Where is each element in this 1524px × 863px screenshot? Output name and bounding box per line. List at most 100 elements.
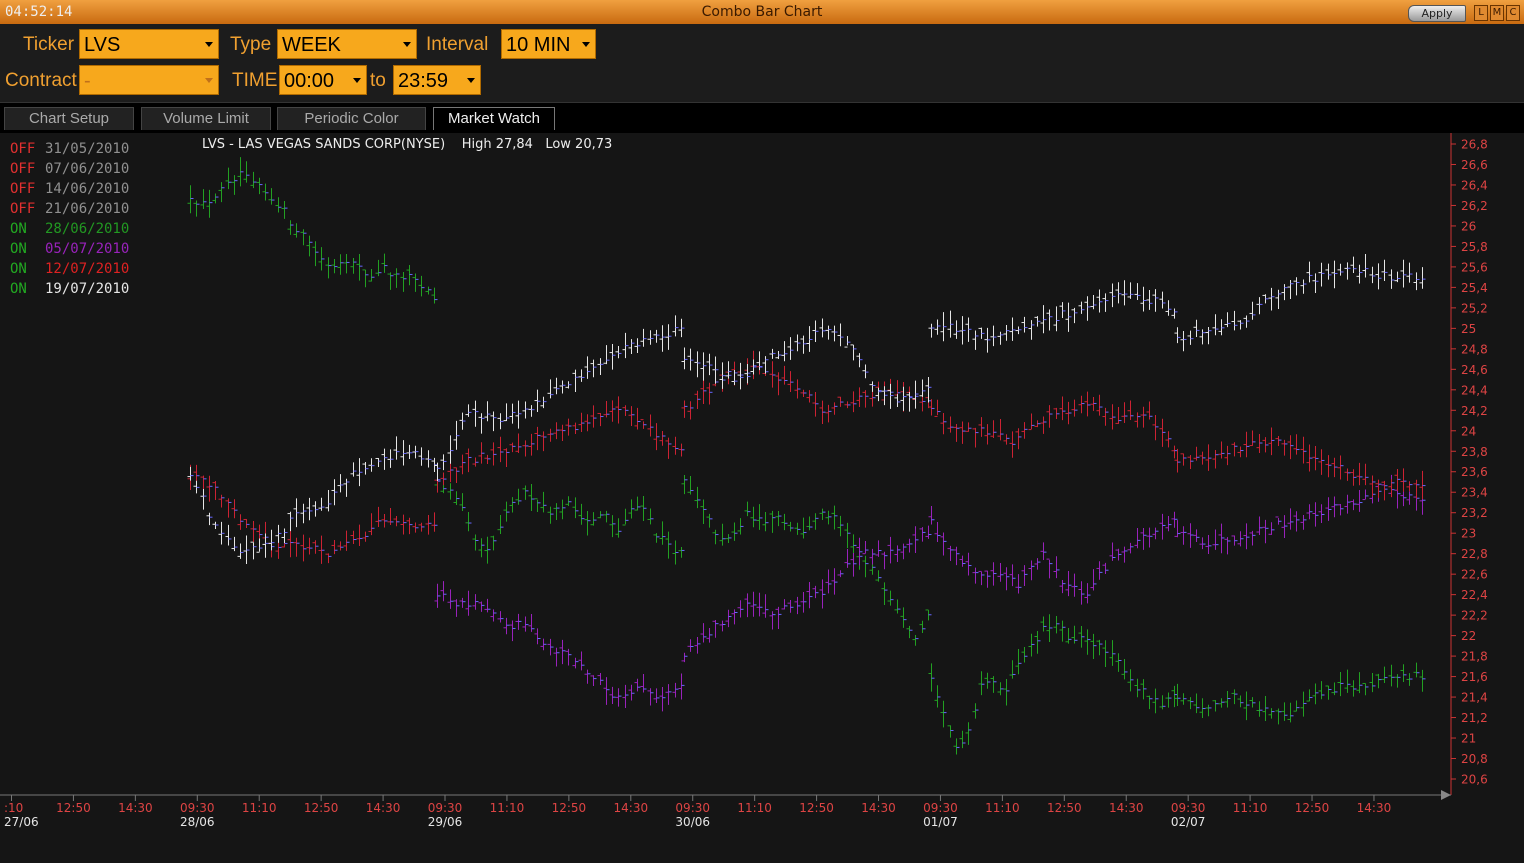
legend-state: OFF [10, 181, 36, 197]
chart-high: High 27,84 [461, 137, 533, 152]
legend-date: 19/07/2010 [45, 281, 130, 297]
x-tick-label: 14:30 [118, 801, 153, 815]
parameter-panel: Ticker LVS Type WEEK Interval 10 MIN Con… [0, 24, 1524, 102]
tab-bar: Chart Setup Volume Limit Periodic Color … [0, 102, 1524, 133]
ticker-value: LVS [84, 34, 121, 56]
x-date-label: 01/07 [923, 815, 958, 829]
y-tick-label: 26,4 [1461, 178, 1488, 192]
x-tick-label: 14:30 [614, 801, 649, 815]
combo-bar-chart[interactable]: 26,8 26,6 26,4 26,2 26 25,8 25,6 25,4 25,2 25 24,8… [0, 133, 1524, 863]
tab-chart-setup[interactable]: Chart Setup [4, 107, 134, 130]
x-tick-label: 12:50 [1047, 801, 1082, 815]
y-tick-label: 21,8 [1461, 650, 1488, 664]
chevron-down-icon [403, 42, 411, 47]
x-date-label: 28/06 [180, 815, 215, 829]
y-tick-label: 21,4 [1461, 691, 1488, 705]
x-date-label: 29/06 [428, 815, 463, 829]
legend-entry[interactable]: OFF 21/06/2010 [10, 199, 129, 219]
time-from-select[interactable]: 00:00 [279, 65, 367, 95]
legend-state: ON [10, 221, 27, 237]
y-tick-label: 26,6 [1461, 158, 1488, 172]
y-tick-label: 22,4 [1461, 588, 1488, 602]
y-tick-label: 23,6 [1461, 465, 1488, 479]
type-select[interactable]: WEEK [277, 29, 417, 59]
time-to-select[interactable]: 23:59 [393, 65, 481, 95]
y-tick-label: 22,6 [1461, 568, 1488, 582]
legend-state: ON [10, 241, 27, 257]
legend-date: 21/06/2010 [45, 201, 130, 217]
time-to-value: 23:59 [398, 70, 449, 92]
contract-select[interactable]: - [79, 65, 219, 95]
x-tick-label: 12:50 [799, 801, 834, 815]
chevron-down-icon [353, 78, 361, 83]
y-tick-label: 20,6 [1461, 773, 1488, 787]
x-tick-label: 11:10 [737, 801, 772, 815]
legend-date: 05/07/2010 [45, 241, 130, 257]
x-date-label: 02/07 [1171, 815, 1206, 829]
chart-title: LVS - LAS VEGAS SANDS CORP(NYSE) High 27… [202, 137, 612, 152]
x-axis-arrow-icon [1441, 790, 1451, 800]
apply-button[interactable]: Apply [1408, 5, 1466, 22]
ticker-label: Ticker [23, 34, 75, 55]
type-label: Type [230, 34, 272, 55]
chart-title-text: LVS - LAS VEGAS SANDS CORP(NYSE) [202, 137, 446, 152]
legend-date: 31/05/2010 [45, 141, 130, 157]
x-tick-label: 12:50 [1295, 801, 1330, 815]
tab-periodic-color[interactable]: Periodic Color [277, 107, 426, 130]
interval-value: 10 MIN [506, 34, 571, 56]
window-button-m[interactable]: M [1490, 5, 1504, 21]
x-tick-label: 11:10 [985, 801, 1020, 815]
contract-value: - [84, 70, 91, 92]
legend-state: OFF [10, 201, 36, 217]
x-tick-label: 09:30 [1171, 801, 1206, 815]
x-tick-label: 09:30 [428, 801, 463, 815]
interval-label: Interval [426, 34, 489, 55]
y-tick-label: 23,2 [1461, 506, 1488, 520]
x-tick-label: 14:30 [1109, 801, 1144, 815]
window-button-l[interactable]: L [1474, 5, 1488, 21]
chevron-down-icon [205, 78, 213, 83]
legend-entry[interactable]: ON 12/07/2010 [10, 259, 129, 279]
legend-state: ON [10, 261, 27, 277]
y-tick-label: 24,6 [1461, 363, 1488, 377]
y-tick-label: 26 [1461, 219, 1476, 233]
legend-date: 28/06/2010 [45, 221, 130, 237]
legend-entry[interactable]: ON 28/06/2010 [10, 219, 129, 239]
tab-volume-limit[interactable]: Volume Limit [141, 107, 271, 130]
legend-date: 12/07/2010 [45, 261, 130, 277]
y-tick-label: 22,2 [1461, 609, 1488, 623]
x-tick-label: 11:10 [242, 801, 277, 815]
interval-select[interactable]: 10 MIN [501, 29, 596, 59]
legend-date: 14/06/2010 [45, 181, 130, 197]
chart-legend: OFF 31/05/2010 OFF 07/06/2010 OFF 14/06/2010 O… [10, 139, 129, 299]
legend-entry[interactable]: OFF 14/06/2010 [10, 179, 129, 199]
legend-entry[interactable]: ON 05/07/2010 [10, 239, 129, 259]
legend-entry[interactable]: OFF 31/05/2010 [10, 139, 129, 159]
y-tick-label: 24,4 [1461, 383, 1488, 397]
ticker-select[interactable]: LVS [79, 29, 219, 59]
y-tick-label: 23 [1461, 527, 1476, 541]
y-tick-label: 25,4 [1461, 281, 1488, 295]
x-tick-label: :10 [4, 801, 23, 815]
chevron-down-icon [205, 42, 213, 47]
x-tick-label: 09:30 [923, 801, 958, 815]
tab-market-watch[interactable]: Market Watch [433, 107, 555, 130]
y-tick-label: 21,6 [1461, 670, 1488, 684]
y-tick-label: 24 [1461, 424, 1476, 438]
x-tick-label: 14:30 [366, 801, 401, 815]
legend-state: OFF [10, 141, 36, 157]
x-tick-label: 14:30 [1357, 801, 1392, 815]
y-tick-label: 26,8 [1461, 138, 1488, 152]
legend-entry[interactable]: OFF 07/06/2010 [10, 159, 129, 179]
window-button-c[interactable]: C [1506, 5, 1520, 21]
x-tick-label: 12:50 [56, 801, 91, 815]
time-from-value: 00:00 [284, 70, 335, 92]
x-tick-label: 12:50 [552, 801, 587, 815]
x-tick-label: 11:10 [1233, 801, 1268, 815]
y-tick-label: 24,2 [1461, 404, 1488, 418]
y-tick-label: 25,6 [1461, 260, 1488, 274]
chevron-down-icon [467, 78, 475, 83]
legend-entry[interactable]: ON 19/07/2010 [10, 279, 129, 299]
title-bar: 04:52:14 Combo Bar Chart Apply L M C [0, 0, 1524, 24]
chart-low: Low 20,73 [545, 137, 613, 152]
